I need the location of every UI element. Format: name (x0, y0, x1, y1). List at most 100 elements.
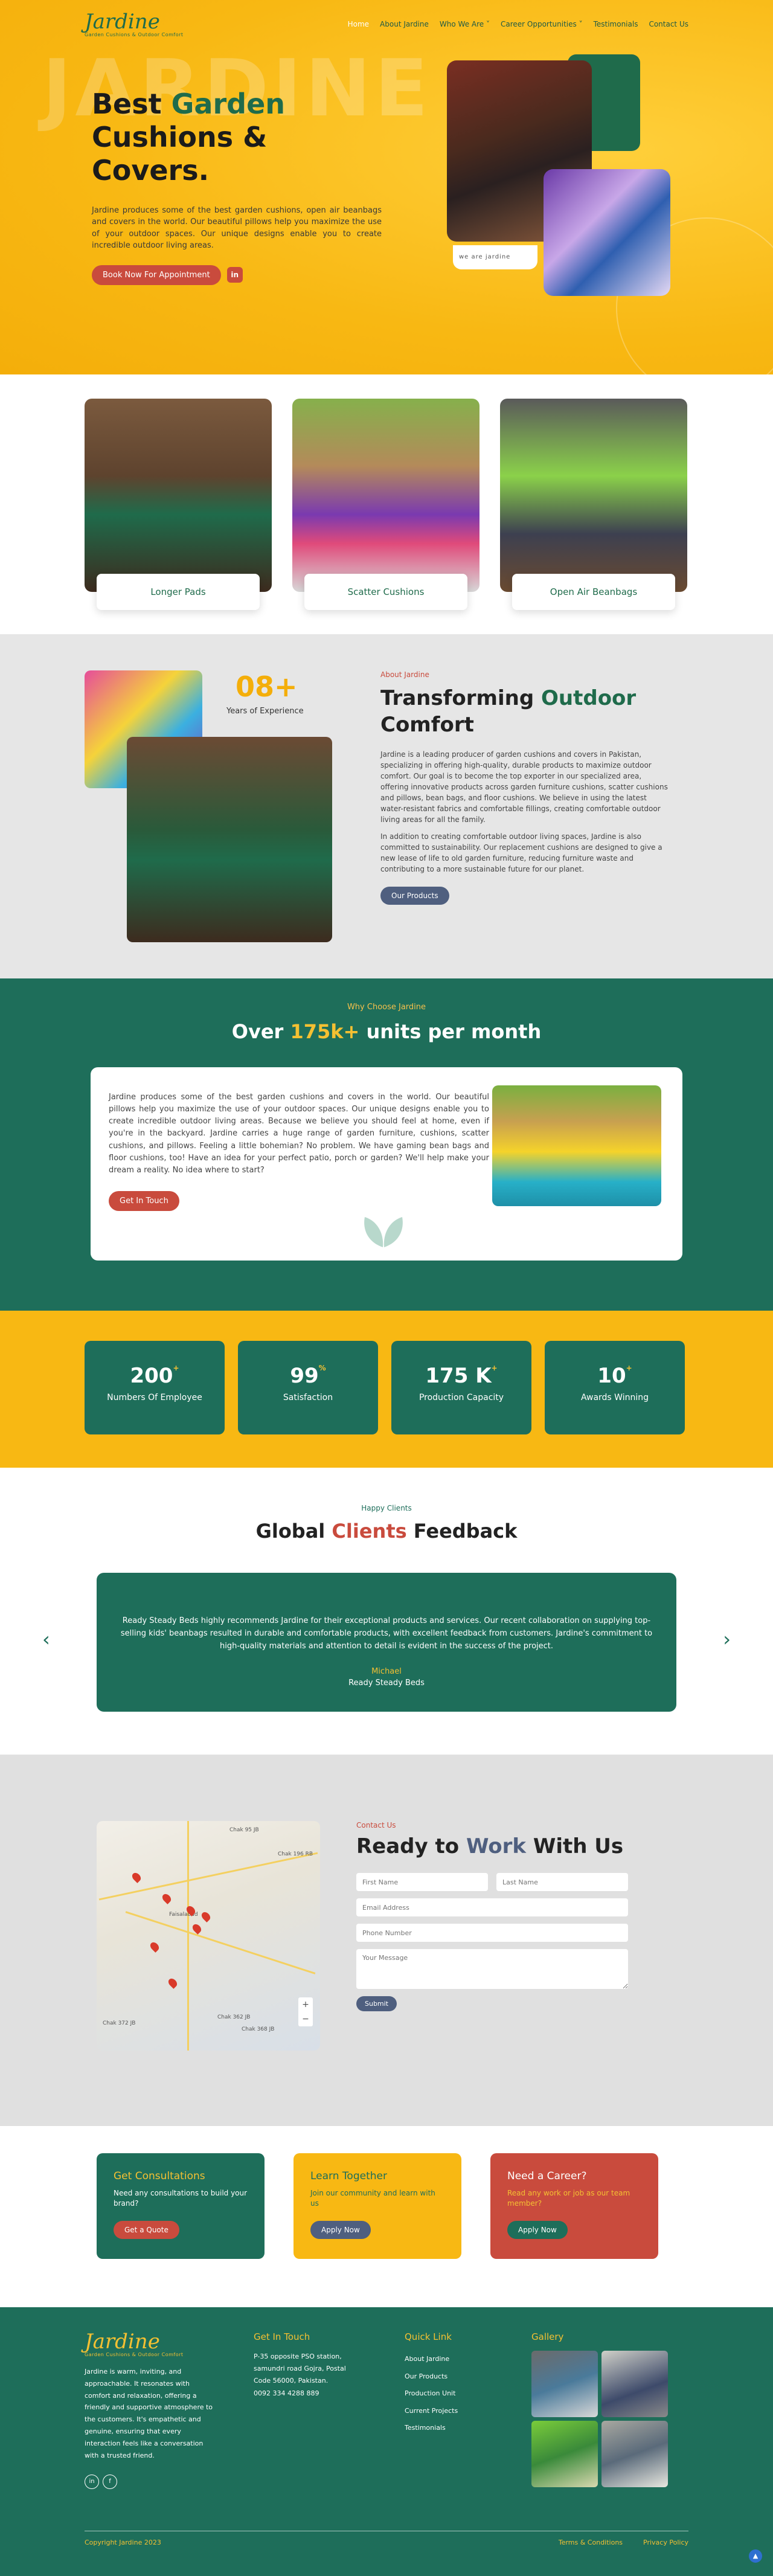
apply-now-button[interactable]: Apply Now (507, 2220, 568, 2239)
gallery-image[interactable] (601, 2421, 668, 2487)
chevron-left-icon[interactable]: ‹ (42, 1628, 50, 1651)
privacy-link[interactable]: Privacy Policy (643, 2539, 688, 2546)
product-card[interactable]: Scatter Cushions (292, 399, 480, 610)
map-zoom-controls[interactable]: + − (298, 1997, 313, 2026)
testimonial-author: Michael (371, 1667, 402, 1677)
nav-who-we-are[interactable]: Who We Are ˅ (440, 20, 490, 28)
gallery-image[interactable] (531, 2421, 598, 2487)
footer-heading: Gallery (531, 2331, 564, 2342)
gallery-image[interactable] (601, 2351, 668, 2417)
stat-suffix: + (491, 1364, 498, 1372)
location-map[interactable]: Chak 95 JB Chak 196 RB Chak 362 JB Chak … (97, 1821, 320, 2051)
nav-home[interactable]: Home (348, 20, 369, 28)
book-appointment-button[interactable]: Book Now For Appointment (92, 265, 221, 285)
apply-now-button[interactable]: Apply Now (310, 2220, 371, 2239)
stat-number: 99% (238, 1364, 378, 1388)
stat-card: 99% Satisfaction (238, 1341, 378, 1434)
footer-logo-tagline: Garden Cushions & Outdoor Comfort (85, 2352, 184, 2357)
contact-form-area: Contact Us Ready to Work With Us Submit (356, 1821, 628, 2011)
testimonial-company: Ready Steady Beds (348, 1678, 425, 1688)
map-pin-icon[interactable] (130, 1871, 143, 1883)
about-title-part: Comfort (380, 713, 474, 737)
testimonials-title-part: Global (255, 1520, 332, 1543)
linkedin-icon[interactable]: in (85, 2475, 99, 2490)
hero-photo-cushions (544, 169, 670, 296)
stat-value: 175 K (425, 1364, 492, 1388)
why-title: Over 175k+ units per month (0, 1020, 773, 1043)
map-label: Chak 372 JB (103, 2020, 136, 2026)
hero-title: Best Garden Cushions & Covers. (92, 88, 382, 188)
contact-form (356, 1873, 628, 1989)
footer-gallery: Gallery (531, 2331, 676, 2487)
facebook-icon[interactable]: f (103, 2475, 117, 2490)
footer-link-production[interactable]: Production Unit (405, 2385, 495, 2403)
map-road (187, 1821, 189, 2051)
stat-label: Production Capacity (419, 1393, 504, 1402)
email-field[interactable] (356, 1898, 628, 1916)
stat-number: 200+ (85, 1364, 225, 1388)
linkedin-icon[interactable]: in (226, 267, 243, 283)
stat-card: 10+ Awards Winning (545, 1341, 685, 1434)
footer-link-testimonials[interactable]: Testimonials (405, 2420, 495, 2437)
about-image-lounger (127, 737, 332, 942)
logo-tagline: Garden Cushions & Outdoor Comfort (85, 31, 184, 37)
stat-value: 200 (130, 1364, 173, 1388)
stat-value: 99 (290, 1364, 319, 1388)
cta-list: Get Consultations Need any consultations… (85, 2153, 688, 2259)
nav-contact[interactable]: Contact Us (649, 20, 688, 28)
scroll-to-top-icon[interactable]: ▲ (749, 2549, 762, 2563)
nav-testimonials[interactable]: Testimonials (594, 20, 638, 28)
get-quote-button[interactable]: Get a Quote (114, 2220, 179, 2239)
about-images: 08+ Years of Experience (85, 670, 338, 948)
stat-card: 175 K+ Production Capacity (391, 1341, 531, 1434)
map-label: Chak 368 JB (242, 2026, 275, 2032)
contact-title-highlight: Work (466, 1834, 527, 1858)
map-label: Chak 362 JB (217, 2014, 251, 2020)
stat-list: 200+ Numbers Of Employee 99% Satisfactio… (85, 1341, 688, 1434)
map-pin-icon[interactable] (167, 1977, 179, 1989)
cta-title: Need a Career? (507, 2170, 587, 2182)
phone-field[interactable] (356, 1924, 628, 1942)
testimonial-text: Ready Steady Beds highly recommends Jard… (120, 1616, 653, 1651)
contact-title-part: With Us (526, 1834, 624, 1858)
chevron-right-icon[interactable]: › (723, 1628, 731, 1651)
about-paragraph: Jardine is a leading producer of garden … (380, 750, 668, 824)
terms-link[interactable]: Terms & Conditions (559, 2539, 623, 2546)
product-card[interactable]: Open Air Beanbags (500, 399, 687, 610)
why-card: Jardine produces some of the best garden… (91, 1067, 682, 1261)
cta-text: Join our community and learn with us (310, 2189, 435, 2208)
map-label: Chak 196 RB (278, 1851, 313, 1857)
footer: Jardine Garden Cushions & Outdoor Comfor… (0, 2307, 773, 2576)
map-pin-icon[interactable] (200, 1910, 212, 1922)
stat-label: Satisfaction (283, 1393, 333, 1402)
contact-eyebrow: Contact Us (356, 1821, 396, 1829)
submit-button[interactable]: Submit (356, 1996, 397, 2011)
our-products-button[interactable]: Our Products (380, 887, 449, 905)
copyright: Copyright Jardine 2023 (85, 2539, 161, 2546)
nav-about[interactable]: About Jardine (380, 20, 429, 28)
gallery-image[interactable] (531, 2351, 598, 2417)
logo[interactable]: Jardine Garden Cushions & Outdoor Comfor… (85, 11, 184, 37)
map-pin-icon[interactable] (161, 1892, 173, 1904)
footer-link-about[interactable]: About Jardine (405, 2351, 495, 2368)
about-title-part: Transforming (380, 686, 541, 710)
hero-actions: Book Now For Appointment in (92, 265, 382, 285)
message-field[interactable] (356, 1949, 628, 1989)
footer-link-products[interactable]: Our Products (405, 2368, 495, 2386)
why-eyebrow: Why Choose Jardine (347, 1003, 426, 1012)
footer-address: P-35 opposite PSO station, samundri road… (254, 2353, 346, 2385)
first-name-field[interactable] (356, 1873, 488, 1891)
testimonials-title-highlight: Clients (332, 1520, 407, 1543)
stat-suffix: + (173, 1364, 179, 1372)
footer-about: Jardine Garden Cushions & Outdoor Comfor… (85, 2331, 217, 2490)
footer-link-projects[interactable]: Current Projects (405, 2403, 495, 2420)
nav-careers[interactable]: Career Opportunities ˅ (501, 20, 583, 28)
testimonial-card: Ready Steady Beds highly recommends Jard… (97, 1573, 676, 1712)
footer-logo[interactable]: Jardine Garden Cushions & Outdoor Comfor… (85, 2331, 217, 2357)
map-pin-icon[interactable] (149, 1941, 161, 1953)
get-in-touch-button[interactable]: Get In Touch (109, 1191, 179, 1211)
about-eyebrow: About Jardine (380, 670, 429, 679)
last-name-field[interactable] (496, 1873, 628, 1891)
product-card[interactable]: Longer Pads (85, 399, 272, 610)
stat-card: 200+ Numbers Of Employee (85, 1341, 225, 1434)
